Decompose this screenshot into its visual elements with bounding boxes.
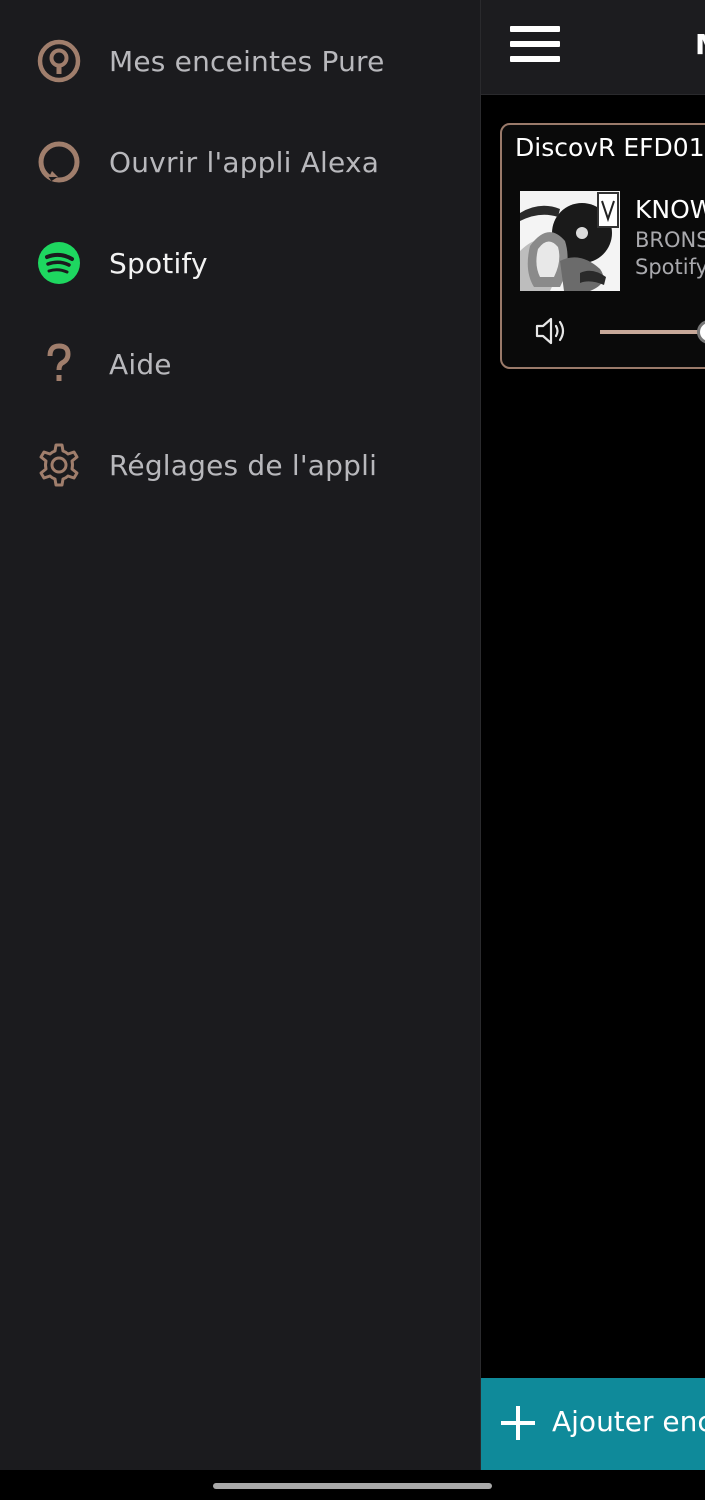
speaker-name: DiscovR EFD01E: [515, 133, 705, 162]
plus-icon: [501, 1406, 535, 1440]
app-screen: M DiscovR EFD01E KNOW: [0, 0, 705, 1500]
album-art[interactable]: [520, 191, 620, 291]
drawer-item-my-speakers[interactable]: Mes enceintes Pure: [0, 16, 480, 106]
gear-icon: [39, 443, 79, 487]
system-nav-bar: [0, 1470, 705, 1500]
home-indicator[interactable]: [213, 1483, 492, 1489]
alexa-icon: [38, 141, 80, 183]
volume-fill: [600, 330, 705, 334]
drawer-item-label: Mes enceintes Pure: [109, 44, 385, 78]
track-source: Spotify: [635, 255, 705, 279]
track-artist: BRONS: [635, 228, 705, 252]
volume-slider[interactable]: [600, 320, 705, 344]
drawer-item-label: Ouvrir l'appli Alexa: [109, 145, 380, 179]
drawer-item-alexa[interactable]: Ouvrir l'appli Alexa: [0, 117, 480, 207]
track-title: KNOW: [635, 195, 705, 224]
speaker-volume-icon[interactable]: [534, 315, 570, 347]
main-body: DiscovR EFD01E KNOW BRONS Spo: [480, 95, 705, 1378]
main-header: M: [480, 0, 705, 95]
hamburger-icon[interactable]: [510, 26, 560, 62]
drawer-item-spotify[interactable]: Spotify: [0, 218, 480, 308]
speaker-card[interactable]: DiscovR EFD01E KNOW BRONS Spo: [500, 123, 705, 369]
drawer-item-label: Aide: [109, 347, 172, 381]
add-speaker-label: Ajouter enc: [552, 1405, 705, 1438]
help-icon: [47, 343, 71, 381]
spotify-icon: [38, 242, 80, 284]
volume-thumb[interactable]: [696, 320, 705, 344]
add-speaker-button[interactable]: Ajouter enc: [481, 1378, 705, 1470]
drawer-item-settings[interactable]: Réglages de l'appli: [0, 420, 480, 510]
drawer-item-label: Spotify: [109, 246, 208, 280]
page-title: M: [695, 28, 705, 61]
drawer-item-label: Réglages de l'appli: [109, 448, 378, 482]
navigation-drawer: Mes enceintes Pure Ouvrir l'appli Alexa …: [0, 0, 481, 1470]
drawer-item-help[interactable]: Aide: [0, 319, 480, 409]
pure-speaker-icon: [37, 39, 81, 83]
